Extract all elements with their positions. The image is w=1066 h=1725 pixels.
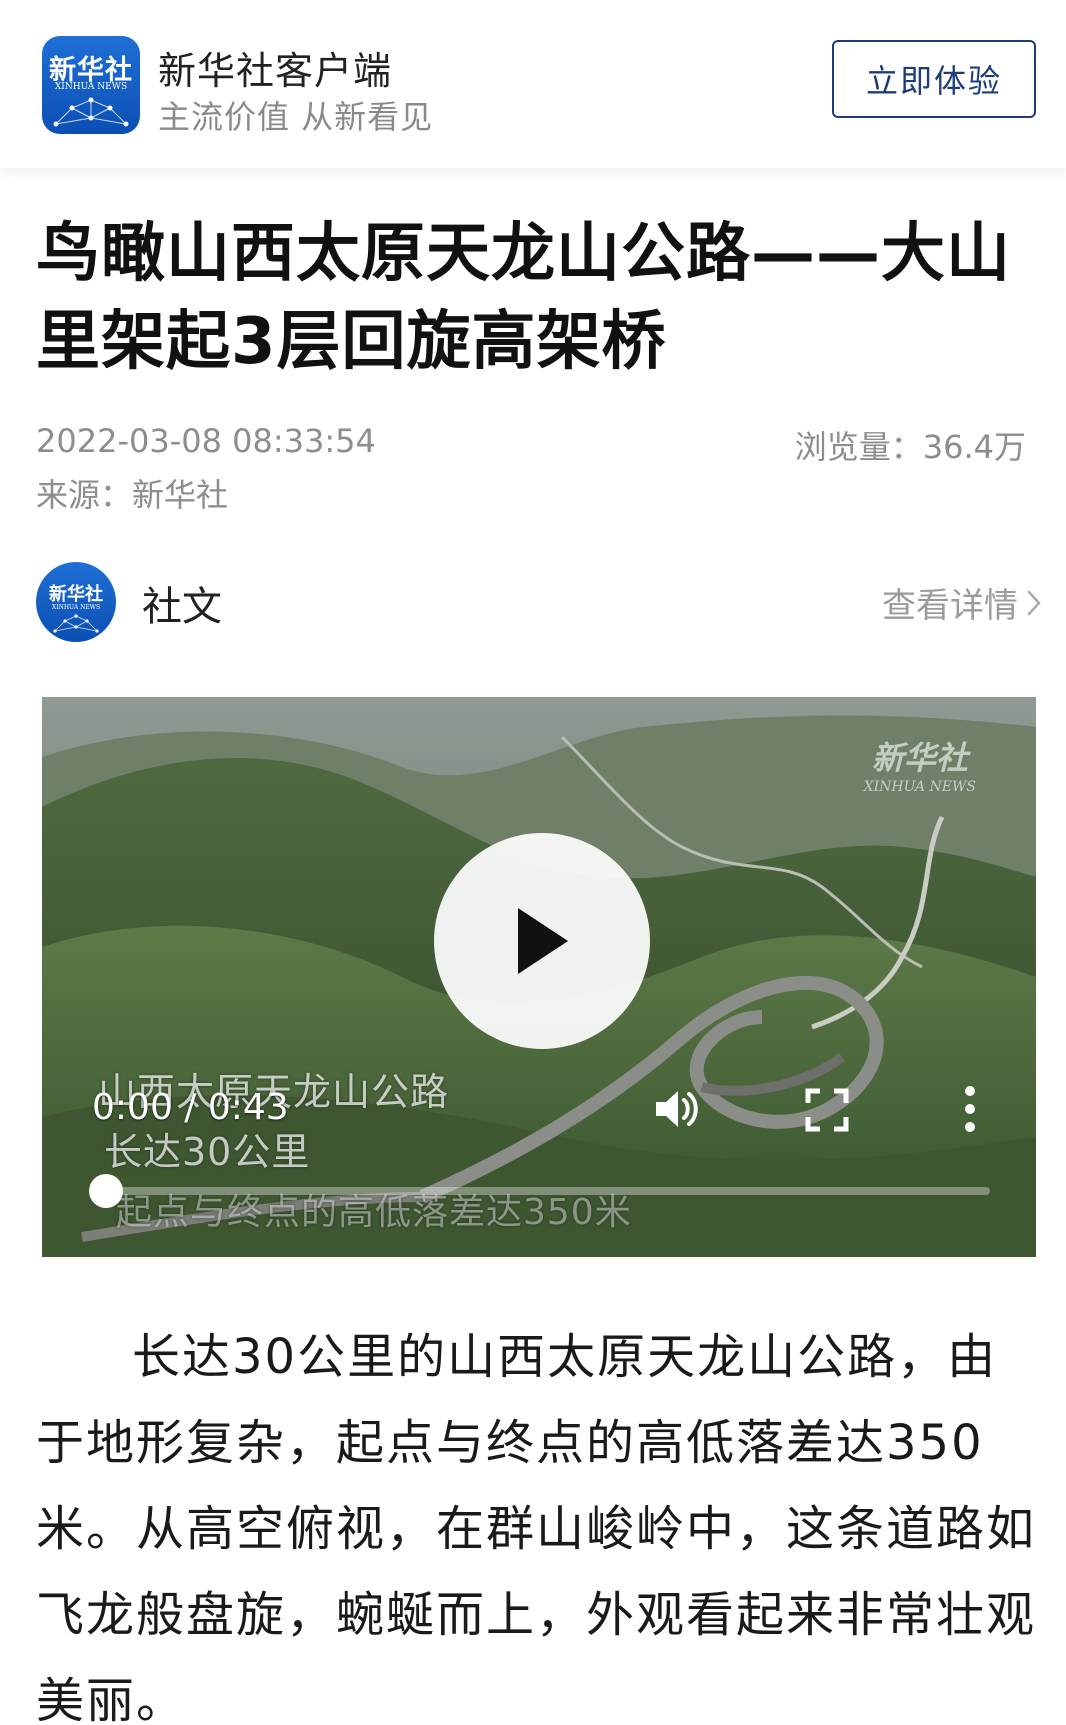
video-watermark: 新华社 XINHUA NEWS (864, 733, 976, 795)
more-vertical-icon (965, 1086, 975, 1132)
avatar-logo-subtext: XINHUA NEWS (51, 604, 101, 611)
more-options-button[interactable] (950, 1081, 990, 1137)
try-now-button[interactable]: 立即体验 (832, 40, 1036, 118)
watermark-en: XINHUA NEWS (863, 779, 976, 795)
xinhua-app-logo: 新华社 XINHUA NEWS (42, 36, 140, 134)
logo-subtext: XINHUA NEWS (54, 82, 128, 92)
avatar-network-icon (53, 614, 99, 633)
volume-button[interactable] (648, 1081, 704, 1137)
watermark-cn: 新华社 (871, 739, 968, 777)
video-player[interactable]: 新华社 XINHUA NEWS 山西太原天龙山公路 长达30公里 起点与终点的高… (42, 697, 1036, 1257)
author-name[interactable]: 社文 (142, 574, 222, 632)
app-slogan: 主流价值 从新看见 (158, 98, 434, 136)
video-time-display: 0:00 / 0:43 (92, 1087, 289, 1128)
avatar-logo-text: 新华社 (49, 584, 103, 605)
video-progress-bar[interactable] (89, 1174, 990, 1208)
article-title: 鸟瞰山西太原天龙山公路——大山里架起3层回旋高架桥 (36, 217, 1011, 379)
video-caption: 长达30公里 (104, 1130, 311, 1174)
publish-date: 2022-03-08 08:33:54 (36, 422, 376, 460)
view-count: 浏览量：36.4万 (794, 428, 1026, 466)
progress-thumb[interactable] (89, 1174, 123, 1208)
play-icon (518, 908, 568, 974)
fullscreen-icon (805, 1088, 849, 1132)
play-button[interactable] (434, 833, 650, 1049)
view-details-label: 查看详情 (882, 586, 1018, 626)
view-details-link[interactable]: 查看详情 (882, 578, 1042, 627)
network-graphic-icon (53, 97, 129, 127)
article-paragraph: 长达30公里的山西太原天龙山公路，由于地形复杂，起点与终点的高低落差达350米。… (36, 1329, 1037, 1725)
app-download-banner: 新华社 XINHUA NEWS 新华社客户端 主流价值 从新看见 立即体验 (0, 0, 1066, 168)
fullscreen-button[interactable] (802, 1085, 852, 1135)
app-name: 新华社客户端 (158, 49, 393, 93)
article-source: 来源：新华社 (36, 476, 229, 514)
volume-icon (656, 1091, 698, 1127)
author-avatar[interactable]: 新华社 XINHUA NEWS (36, 562, 116, 642)
chevron-right-icon (1027, 590, 1041, 615)
